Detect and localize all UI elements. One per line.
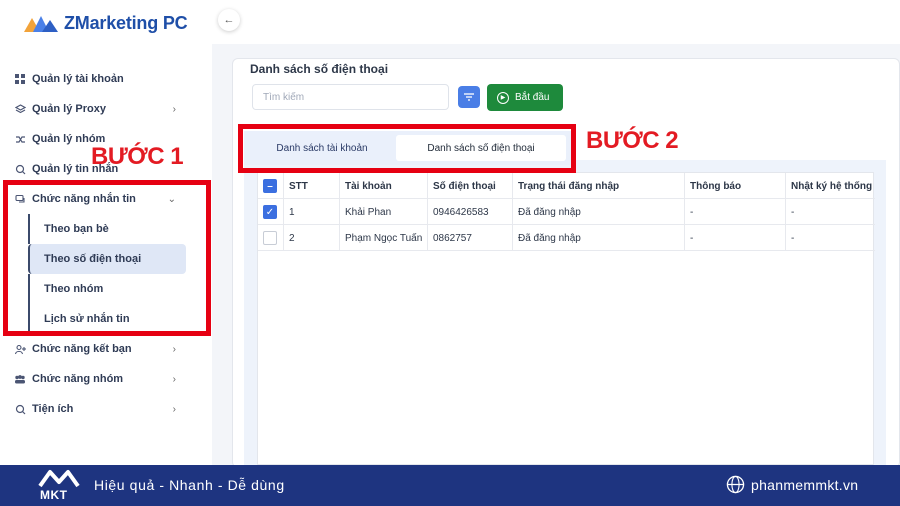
grid-icon [14, 73, 26, 85]
row-checkbox[interactable]: ✓ [263, 205, 277, 219]
row-select-cell [258, 225, 284, 251]
sidebar-item-label: Tiện ích [32, 403, 74, 415]
play-icon: ▶ [497, 91, 509, 104]
step1-label: BƯỚC 1 [91, 143, 184, 170]
table-cell: Đã đăng nhập [513, 199, 685, 225]
website-url: phanmemmkt.vn [751, 477, 859, 493]
chevron-right-icon: › [172, 373, 176, 385]
table-cell: Khải Phan [340, 199, 428, 225]
column-header[interactable]: Nhật ký hệ thống [786, 173, 875, 199]
search-icon [14, 403, 26, 415]
table-cell: 2 [284, 225, 340, 251]
sidebar-item-proxy[interactable]: Quản lý Proxy › [0, 94, 212, 124]
collapse-sidebar-button[interactable]: ← [218, 9, 240, 31]
row-select-cell: ✓ [258, 199, 284, 225]
search-message-icon [14, 163, 26, 175]
app-title: ZMarketing PC [64, 12, 188, 33]
shuffle-icon [14, 133, 26, 145]
sidebar-item-utilities[interactable]: Tiện ích › [0, 394, 212, 424]
start-button-label: Bắt đầu [515, 92, 550, 103]
column-header[interactable]: Thông báo [685, 173, 786, 199]
layers-icon [14, 103, 26, 115]
arrow-left-icon: ← [223, 14, 235, 26]
brand-text: MKT [40, 488, 68, 502]
filter-button[interactable] [458, 86, 480, 108]
step1-highlight-box [3, 180, 211, 336]
table-cell: Phạm Ngọc Tuấn [340, 225, 428, 251]
sidebar-item-label: Quản lý Proxy [32, 103, 106, 115]
user-add-icon [14, 343, 26, 355]
chevron-right-icon: › [172, 403, 176, 415]
sidebar-item-label: Chức năng kết bạn [32, 343, 132, 355]
chevron-right-icon: › [172, 343, 176, 355]
row-checkbox[interactable] [263, 231, 277, 245]
phone-table: – STT Tài khoản Số điện thoại Trạng thái… [257, 172, 875, 465]
sidebar-item-group-functions[interactable]: Chức năng nhóm › [0, 364, 212, 394]
table-row[interactable]: 2 Phạm Ngọc Tuấn 0862757 Đã đăng nhập - … [258, 225, 875, 251]
table-cell: - [685, 199, 786, 225]
table-row[interactable]: ✓ 1 Khải Phan 0946426583 Đã đăng nhập - … [258, 199, 875, 225]
slogan: Hiệu quả - Nhanh - Dễ dùng [94, 477, 285, 493]
footer-banner: MKT Hiệu quả - Nhanh - Dễ dùng phanmemmk… [0, 465, 900, 506]
panel-title: Danh sách số điện thoại [247, 62, 392, 76]
users-icon [14, 373, 26, 385]
step2-highlight-box [238, 124, 576, 173]
sidebar-item-accounts[interactable]: Quản lý tài khoản [0, 64, 212, 94]
sidebar-item-label: Chức năng nhóm [32, 373, 124, 385]
table-cell: Đã đăng nhập [513, 225, 685, 251]
column-header[interactable]: Tài khoản [340, 173, 428, 199]
sidebar-item-add-friend[interactable]: Chức năng kết bạn › [0, 334, 212, 364]
table-cell: 1 [284, 199, 340, 225]
select-all-checkbox[interactable]: – [263, 179, 277, 193]
sidebar-item-label: Quản lý tài khoản [32, 73, 124, 85]
column-header[interactable]: Số điện thoại [428, 173, 513, 199]
column-header[interactable]: STT [284, 173, 340, 199]
step2-label: BƯỚC 2 [586, 127, 679, 154]
table-cell: 0862757 [428, 225, 513, 251]
globe-icon [726, 475, 745, 494]
select-all-cell: – [258, 173, 284, 199]
chevron-right-icon: › [172, 103, 176, 115]
column-header[interactable]: Trạng thái đăng nhập [513, 173, 685, 199]
table-cell: 0946426583 [428, 199, 513, 225]
app-logo: ZMarketing PC [22, 10, 188, 36]
table-cell: - [791, 206, 795, 218]
table-cell: - [791, 232, 795, 244]
logo-icon [24, 16, 58, 32]
table-cell: - [685, 225, 786, 251]
filter-icon [464, 93, 474, 101]
table-header-row: – STT Tài khoản Số điện thoại Trạng thái… [258, 173, 875, 199]
search-input[interactable]: Tìm kiếm [252, 84, 449, 110]
start-button[interactable]: ▶ Bắt đầu [487, 84, 563, 111]
